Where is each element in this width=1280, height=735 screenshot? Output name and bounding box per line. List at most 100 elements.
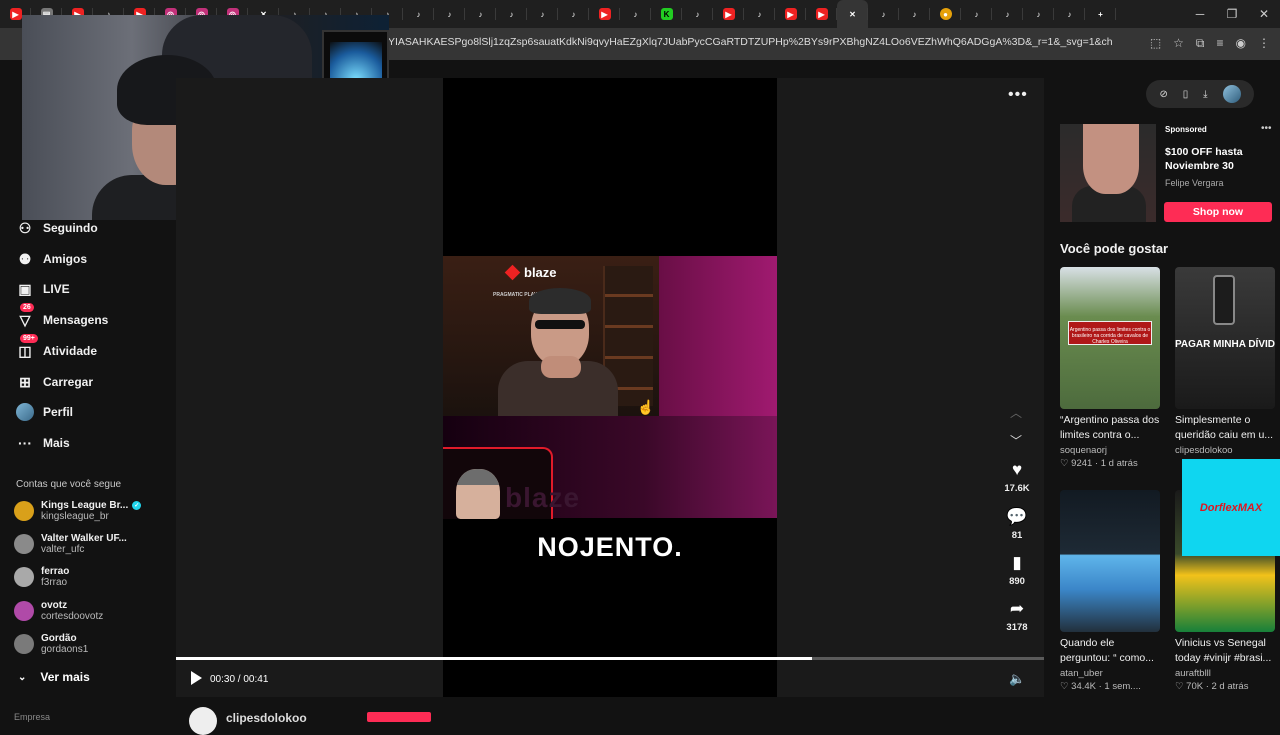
video-thumbnail[interactable] [1060, 490, 1160, 632]
share-button[interactable]: ➦ 3178 [1000, 598, 1034, 633]
browser-tab[interactable]: ▶ [713, 0, 744, 28]
extensions-icon[interactable]: ⧉ [1196, 36, 1205, 51]
browser-tab[interactable]: K [651, 0, 682, 28]
tiktok-icon: ♪ [974, 9, 979, 19]
heart-icon: ♥ [1011, 460, 1023, 479]
video-thumbnail[interactable]: PAGAR MINHA DÍVIDA, [1175, 267, 1275, 409]
sponsored-thumbnail[interactable] [1060, 124, 1156, 222]
sidebar-item-live[interactable]: ▣ LIVE [16, 280, 69, 298]
mouse-cursor: ☝ [637, 399, 655, 415]
sponsored-more-button[interactable]: ••• [1261, 123, 1272, 134]
browser-tab[interactable]: ♪ [899, 0, 930, 28]
card-user[interactable]: soquenaorj [1060, 445, 1160, 456]
browser-tab[interactable]: ♪ [682, 0, 713, 28]
close-icon[interactable]: ✕ [847, 8, 859, 20]
sidebar-item-friends[interactable]: ⚉ Amigos [16, 250, 87, 268]
install-icon[interactable]: ⬚ [1150, 36, 1161, 51]
browser-tab[interactable]: ♪ [558, 0, 589, 28]
follow-button[interactable] [367, 712, 431, 722]
followed-account[interactable]: Kings League Br... ✓ kingsleague_br [14, 500, 142, 522]
recommended-video-card[interactable]: Quando ele perguntou: “ como... atan_ube… [1060, 490, 1160, 692]
author-avatar[interactable] [189, 707, 217, 735]
more-options-button[interactable]: ••• [1008, 86, 1028, 104]
stream-ad-overlay: DorflexMAX [1182, 459, 1280, 556]
recommended-video-card[interactable]: Argentino passa dos limites contra o bra… [1060, 267, 1160, 469]
bookmark-icon: ▮ [1012, 553, 1022, 572]
volume-icon[interactable]: 🔈 [1009, 671, 1025, 687]
tiktok-icon: ♪ [416, 9, 421, 19]
card-meta: ♡ 70K · 2 d atrás [1175, 681, 1249, 692]
comment-icon: 💬 [1006, 507, 1028, 526]
play-icon[interactable] [191, 671, 202, 685]
sidebar-footer-link[interactable]: Empresa [14, 712, 50, 722]
browser-tab-active[interactable]: ✕ [837, 0, 868, 28]
like-button[interactable]: ♥ 17.6K [1000, 459, 1034, 494]
blaze-logo: blaze [504, 264, 557, 281]
user-avatar[interactable] [1222, 85, 1241, 103]
address-bar-actions: ⬚ ☆ ⧉ ≡ ◉ ⋮ [1150, 36, 1270, 51]
minimize-icon[interactable]: ─ [1184, 0, 1216, 28]
next-video-button[interactable]: ﹀ [1010, 432, 1022, 449]
browser-tab[interactable]: ● [930, 0, 961, 28]
compass-icon[interactable]: ⊘ [1159, 89, 1167, 100]
video-caption: NOJENTO. [537, 532, 683, 562]
browser-tab[interactable]: ♪ [868, 0, 899, 28]
messages-badge: 26 [20, 303, 34, 312]
media-icon[interactable]: ≡ [1217, 36, 1224, 51]
browser-tab[interactable]: ♪ [496, 0, 527, 28]
browser-tab[interactable]: ♪ [465, 0, 496, 28]
author-name[interactable]: clipesdolokoo [226, 711, 307, 725]
url-field[interactable]: YIASAHKAESPgo8lSlj1zqZsp6sauatKdkNi9qvyH… [388, 36, 1113, 48]
sidebar-item-upload[interactable]: ⊞ Carregar [16, 373, 93, 391]
shop-now-button[interactable]: Shop now [1164, 202, 1272, 222]
comment-count: 81 [1011, 530, 1023, 541]
browser-tab[interactable]: ▶ [775, 0, 806, 28]
sidebar-item-more[interactable]: ··· Mais [16, 434, 70, 452]
browser-tab[interactable]: ♪ [744, 0, 775, 28]
sidebar-item-activity[interactable]: ◫ 99+ Atividade [16, 334, 97, 360]
comment-button[interactable]: 💬 81 [1000, 506, 1034, 541]
browser-tab[interactable]: ♪ [1023, 0, 1054, 28]
live-icon: ▣ [18, 280, 32, 297]
card-user[interactable]: atan_uber [1060, 668, 1160, 679]
followed-account[interactable]: ovotz cortesdoovotz [14, 600, 103, 622]
followed-account[interactable]: Gordão gordaons1 [14, 633, 88, 655]
close-window-icon[interactable]: ✕ [1248, 0, 1280, 28]
profile-icon[interactable]: ◉ [1236, 36, 1246, 51]
card-user[interactable]: auraftblll [1175, 668, 1275, 679]
restore-icon[interactable]: ❐ [1216, 0, 1248, 28]
save-button[interactable]: ▮ 890 [1000, 552, 1034, 587]
browser-tab[interactable]: ▶ [589, 0, 620, 28]
new-tab-button[interactable]: + [1085, 0, 1116, 28]
card-user[interactable]: clipesdolokoo [1175, 445, 1275, 456]
browser-tab[interactable]: ♪ [992, 0, 1023, 28]
phone-icon[interactable]: ▯ [1183, 89, 1189, 100]
followed-account[interactable]: ferrao f3rrao [14, 566, 69, 588]
account-handle: valter_ufc [41, 544, 85, 555]
facecam-person [456, 469, 500, 519]
recommended-video-card[interactable]: PAGAR MINHA DÍVIDA, Simplesmente o queri… [1175, 267, 1275, 456]
browser-tab[interactable]: ♪ [434, 0, 465, 28]
bookmark-star-icon[interactable]: ☆ [1173, 36, 1184, 51]
sidebar-item-messages[interactable]: ▽ 26 Mensagens [16, 303, 109, 329]
previous-video-button[interactable]: ︿ [1010, 404, 1022, 421]
sidebar-item-profile[interactable]: Perfil [16, 403, 73, 421]
browser-tab[interactable]: ▶ [806, 0, 837, 28]
sponsored-advertiser: Felipe Vergara [1165, 178, 1224, 188]
see-more-button[interactable]: ⌄ Ver mais [18, 670, 90, 684]
card-title: Vinicius vs Senegal today #vinijr #brasi… [1175, 637, 1272, 664]
download-icon[interactable]: ⤓ [1203, 89, 1207, 100]
followed-account[interactable]: Valter Walker UF... valter_ufc [14, 533, 127, 555]
menu-icon[interactable]: ⋮ [1258, 36, 1270, 51]
browser-tab[interactable]: ♪ [961, 0, 992, 28]
browser-tab[interactable]: ♪ [527, 0, 558, 28]
browser-tab[interactable]: ♪ [620, 0, 651, 28]
browser-tab[interactable]: ♪ [403, 0, 434, 28]
window-controls: ─ ❐ ✕ [1184, 0, 1280, 28]
video-thumbnail[interactable]: Argentino passa dos limites contra o bra… [1060, 267, 1160, 409]
chrome-icon: ● [939, 8, 952, 20]
browser-tab[interactable]: ♪ [1054, 0, 1085, 28]
sponsored-title[interactable]: $100 OFF hasta Noviembre 30 [1165, 145, 1255, 173]
sidebar-item-label: Mensagens [43, 313, 109, 327]
sidebar-item-following[interactable]: ⚇ Seguindo [16, 219, 98, 237]
